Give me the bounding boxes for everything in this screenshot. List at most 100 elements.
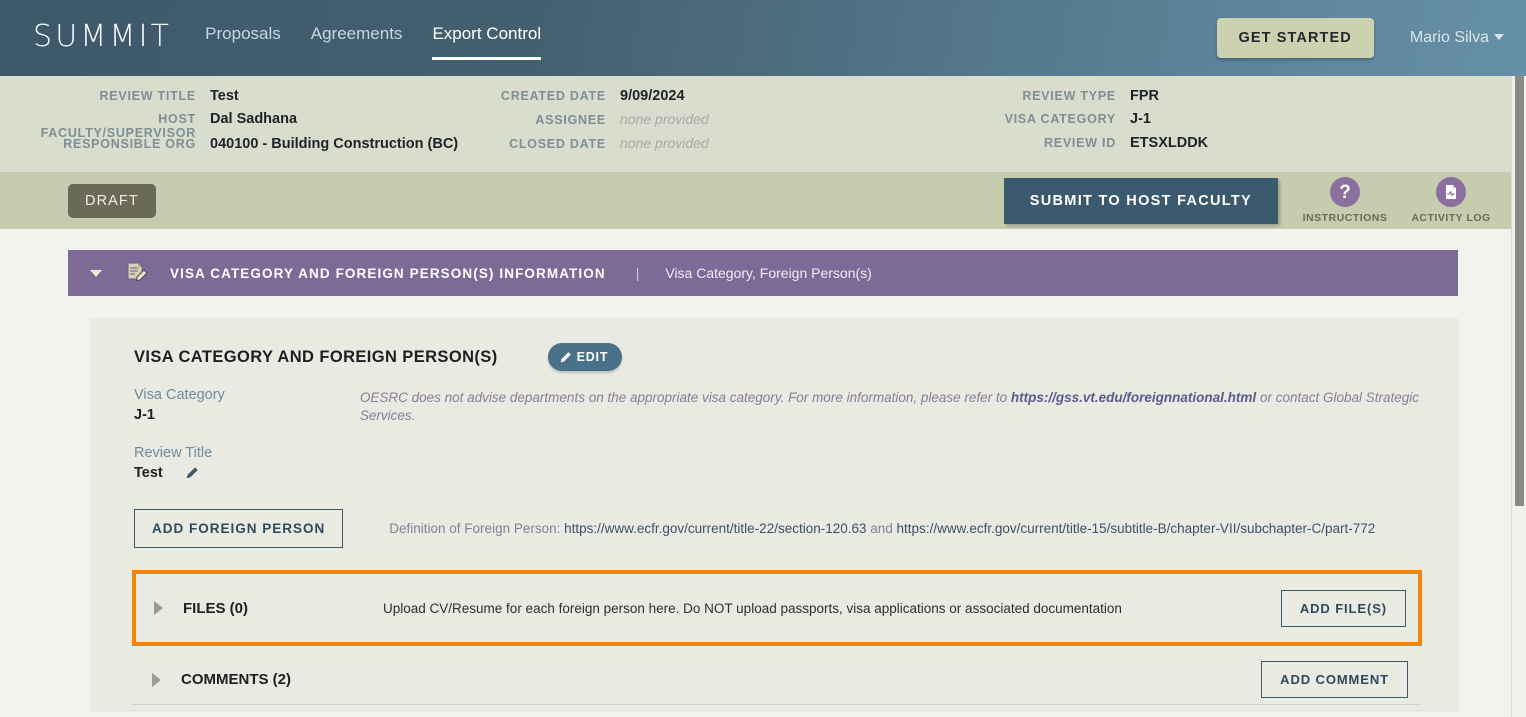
files-description: Upload CV/Resume for each foreign person… — [383, 600, 1122, 616]
activity-log-label: ACTIVITY LOG — [1411, 212, 1491, 224]
user-menu[interactable]: Mario Silva — [1410, 29, 1504, 47]
section-header-visa-category[interactable]: VISA CATEGORY AND FOREIGN PERSON(S) INFO… — [68, 250, 1458, 296]
activity-log-button[interactable]: ACTIVITY LOG — [1411, 177, 1491, 224]
summary-column-2: CREATED DATE 9/09/2024 ASSIGNEE none pro… — [500, 88, 970, 158]
summary-column-3: REVIEW TYPE FPR VISA CATEGORY J-1 REVIEW… — [970, 88, 1370, 158]
review-summary-bar: REVIEW TITLE Test HOST FACULTY/SUPERVISO… — [0, 76, 1526, 172]
summary-field-assignee: ASSIGNEE none provided — [500, 111, 970, 134]
main-content: VISA CATEGORY AND FOREIGN PERSON(S) INFO… — [0, 229, 1526, 717]
field-value-row: Test — [134, 465, 360, 481]
expand-triangle-icon[interactable] — [152, 672, 161, 687]
instructions-button[interactable]: ? INSTRUCTIONS — [1303, 177, 1387, 224]
summary-column-1: REVIEW TITLE Test HOST FACULTY/SUPERVISO… — [0, 88, 500, 158]
field-value: J-1 — [134, 407, 155, 423]
chevron-down-icon[interactable] — [90, 269, 102, 277]
field-visa-category: Visa Category J-1 — [134, 387, 360, 423]
definition-link-title-22[interactable]: https://www.ecfr.gov/current/title-22/se… — [564, 521, 866, 536]
edit-button[interactable]: EDIT — [547, 343, 623, 371]
summary-field-review-title: REVIEW TITLE Test — [0, 88, 500, 111]
summary-label: CLOSED DATE — [509, 136, 606, 151]
summary-value: ETSXLDDK — [1130, 134, 1209, 151]
action-bar-right: SUBMIT TO HOST FACULTY ? INSTRUCTIONS AC… — [1003, 177, 1491, 224]
visa-category-card: VISA CATEGORY AND FOREIGN PERSON(S) EDIT… — [90, 318, 1458, 710]
summary-field-host-faculty: HOST FACULTY/SUPERVISOR Dal Sadhana — [0, 110, 500, 140]
field-label: Review Title — [134, 445, 213, 461]
instructions-label: INSTRUCTIONS — [1302, 212, 1388, 224]
summary-value: FPR — [1130, 88, 1159, 104]
summary-value: 9/09/2024 — [620, 88, 685, 104]
activity-log-icon — [1436, 177, 1466, 207]
field-label: Visa Category — [134, 387, 225, 403]
note-link-gss[interactable]: https://gss.vt.edu/foreignnational.html — [1011, 390, 1256, 405]
submit-to-host-faculty-button[interactable]: SUBMIT TO HOST FACULTY — [1003, 177, 1278, 224]
files-action: ADD FILE(S) — [1280, 589, 1406, 627]
nav-link-agreements[interactable]: Agreements — [311, 24, 403, 66]
action-bar: DRAFT SUBMIT TO HOST FACULTY ? INSTRUCTI… — [0, 172, 1526, 229]
edit-label: EDIT — [576, 350, 609, 364]
definition-joiner: and — [866, 521, 897, 536]
summary-field-closed-date: CLOSED DATE none provided — [500, 135, 970, 158]
accordion-row-comments[interactable]: COMMENTS (2) ADD COMMENT — [132, 655, 1422, 705]
page-scrollbar[interactable] — [1511, 76, 1526, 717]
nav-link-proposals[interactable]: Proposals — [205, 24, 281, 66]
summary-value: 040100 - Building Construction (BC) — [210, 135, 459, 152]
summary-field-review-type: REVIEW TYPE FPR — [970, 88, 1370, 111]
summary-label: RESPONSIBLE ORG — [63, 136, 196, 151]
get-started-button[interactable]: GET STARTED — [1216, 18, 1374, 58]
summit-logo: SUMMIT — [33, 19, 173, 54]
note-prefix: OESRC does not advise departments on the… — [359, 390, 1011, 405]
add-comment-button[interactable]: ADD COMMENT — [1261, 661, 1408, 698]
field-value: Test — [134, 465, 163, 481]
primary-nav: Proposals Agreements Export Control — [205, 0, 571, 76]
add-foreign-person-button[interactable]: ADD FOREIGN PERSON — [134, 509, 344, 548]
scrollbar-thumb[interactable] — [1515, 76, 1524, 506]
definition-prefix: Definition of Foreign Person: — [389, 521, 565, 536]
definition-link-title-15[interactable]: https://www.ecfr.gov/current/title-15/su… — [897, 521, 1376, 536]
card-fields: Visa Category J-1 Review Title Test OESR… — [90, 371, 1458, 503]
accordion-spacer — [132, 646, 1422, 655]
foreign-person-definition: Definition of Foreign Person: https://ww… — [389, 521, 1375, 536]
section-separator: | — [635, 265, 640, 281]
question-mark-icon: ? — [1330, 177, 1360, 207]
section-subtitle: Visa Category, Foreign Person(s) — [665, 265, 872, 281]
foreign-person-row: ADD FOREIGN PERSON Definition of Foreign… — [90, 503, 1458, 548]
summary-label: REVIEW TITLE — [99, 89, 196, 103]
nav-right-group: GET STARTED Mario Silva — [1216, 18, 1526, 58]
accordion-row-files[interactable]: FILES (0) Upload CV/Resume for each fore… — [132, 570, 1422, 646]
summary-field-review-id: REVIEW ID ETSXLDDK — [970, 135, 1370, 158]
summary-value: Test — [210, 88, 239, 104]
comments-label: COMMENTS (2) — [181, 671, 291, 688]
section-title: VISA CATEGORY AND FOREIGN PERSON(S) INFO… — [170, 265, 606, 281]
files-label: FILES (0) — [183, 599, 249, 617]
nav-link-export-control[interactable]: Export Control — [432, 24, 541, 66]
summary-label: CREATED DATE — [500, 89, 606, 103]
visa-category-note: OESRC does not advise departments on the… — [360, 387, 1458, 503]
document-edit-icon — [124, 261, 148, 285]
summary-value: J-1 — [1130, 111, 1151, 128]
card-title: VISA CATEGORY AND FOREIGN PERSON(S) — [134, 347, 498, 366]
top-navigation-bar: SUMMIT Proposals Agreements Export Contr… — [0, 0, 1526, 76]
summary-field-responsible-org: RESPONSIBLE ORG 040100 - Building Constr… — [0, 136, 500, 159]
summary-field-visa-category: VISA CATEGORY J-1 — [970, 111, 1370, 134]
status-badge: DRAFT — [68, 183, 156, 218]
chevron-down-icon — [1494, 34, 1504, 40]
add-files-button[interactable]: ADD FILE(S) — [1280, 589, 1406, 627]
expand-triangle-icon[interactable] — [154, 601, 163, 615]
accordion-list: FILES (0) Upload CV/Resume for each fore… — [132, 570, 1422, 705]
card-header: VISA CATEGORY AND FOREIGN PERSON(S) EDIT — [90, 343, 1458, 371]
summary-label: ASSIGNEE — [535, 113, 606, 128]
summary-label: REVIEW ID — [1043, 135, 1116, 150]
comments-action: ADD COMMENT — [1261, 661, 1408, 698]
edit-review-title-pencil-icon[interactable] — [185, 466, 199, 480]
field-review-title: Review Title Test — [134, 445, 360, 481]
summary-value: none provided — [620, 111, 709, 128]
summary-value: Dal Sadhana — [210, 110, 298, 127]
summary-field-created-date: CREATED DATE 9/09/2024 — [500, 88, 970, 111]
pencil-icon — [559, 351, 572, 364]
app-window: SUMMIT Proposals Agreements Export Contr… — [0, 0, 1526, 717]
user-name-label: Mario Silva — [1409, 29, 1489, 46]
summary-label: VISA CATEGORY — [1004, 112, 1116, 127]
card-fields-left: Visa Category J-1 Review Title Test — [134, 387, 360, 503]
summary-value: none provided — [620, 134, 709, 151]
summary-label: REVIEW TYPE — [1022, 89, 1116, 103]
